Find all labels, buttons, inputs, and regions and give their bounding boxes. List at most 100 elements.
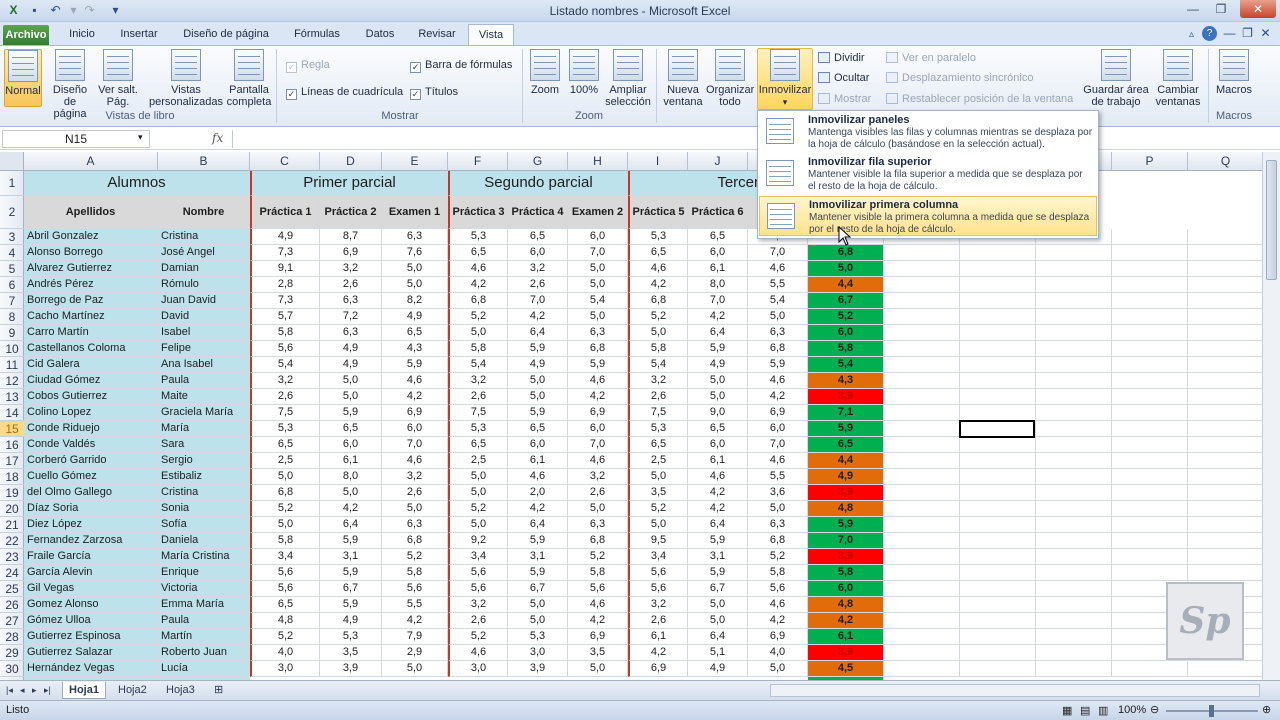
- student-name[interactable]: Emma María: [158, 597, 250, 613]
- grade-cell[interactable]: 6,3: [568, 325, 628, 341]
- row-header-22[interactable]: 22: [0, 533, 24, 549]
- grade-cell[interactable]: 7,5: [628, 405, 688, 421]
- grade-cell[interactable]: 5,0: [382, 277, 448, 293]
- student-name[interactable]: Sara: [158, 437, 250, 453]
- row-header-28[interactable]: 28: [0, 629, 24, 645]
- doc-close-icon[interactable]: ✕: [1258, 26, 1273, 41]
- empty-cell[interactable]: [960, 405, 1036, 421]
- student-surname[interactable]: Carro Martín: [24, 325, 158, 341]
- grade-cell[interactable]: 6,0: [568, 421, 628, 437]
- grade-cell[interactable]: 5,0: [448, 485, 508, 501]
- student-surname[interactable]: Gutierrez Salazar: [24, 645, 158, 661]
- grade-cell[interactable]: 6,9: [748, 629, 808, 645]
- grade-cell[interactable]: 7,3: [250, 293, 320, 309]
- student-name[interactable]: Lucía: [158, 661, 250, 677]
- doc-restore-icon[interactable]: ❐: [1240, 26, 1255, 41]
- empty-cell[interactable]: [1036, 597, 1112, 613]
- row-header-6[interactable]: 6: [0, 277, 24, 293]
- grade-cell[interactable]: 6,5: [382, 325, 448, 341]
- empty-cell[interactable]: [1112, 485, 1188, 501]
- arrange-all-button[interactable]: Organizar todo: [706, 49, 754, 108]
- grade-cell[interactable]: 5,6: [568, 581, 628, 597]
- grade-cell[interactable]: 7,0: [688, 293, 748, 309]
- empty-cell[interactable]: [960, 613, 1036, 629]
- grade-cell[interactable]: 5,2: [448, 501, 508, 517]
- student-surname[interactable]: Corberó Garrido: [24, 453, 158, 469]
- grade-cell[interactable]: 6,0: [748, 421, 808, 437]
- grade-cell[interactable]: 6,8: [808, 245, 884, 261]
- formula-bar-checkbox[interactable]: ✓ Barra de fórmulas: [410, 59, 512, 73]
- student-surname[interactable]: Borrego de Paz: [24, 293, 158, 309]
- empty-cell[interactable]: [1188, 389, 1262, 405]
- grade-cell[interactable]: 4,8: [808, 597, 884, 613]
- view-normal-icon[interactable]: ▦: [1062, 704, 1072, 717]
- grade-cell[interactable]: 6,9: [748, 405, 808, 421]
- column-header-a[interactable]: A: [24, 152, 158, 171]
- grade-cell[interactable]: 5,5: [382, 597, 448, 613]
- grade-cell[interactable]: 4,2: [688, 309, 748, 325]
- empty-cell[interactable]: [1188, 277, 1262, 293]
- grade-cell[interactable]: 5,0: [748, 309, 808, 325]
- student-surname[interactable]: Cid Galera: [24, 357, 158, 373]
- grade-cell[interactable]: 5,9: [808, 421, 884, 437]
- grade-cell[interactable]: 5,3: [320, 629, 382, 645]
- column-header-j[interactable]: J: [688, 152, 748, 171]
- active-cell-n15[interactable]: [959, 420, 1035, 438]
- grade-cell[interactable]: 6,5: [688, 229, 748, 245]
- grade-cell[interactable]: 5,0: [382, 261, 448, 277]
- grade-cell[interactable]: 5,4: [448, 357, 508, 373]
- last-sheet-icon[interactable]: ▸|: [42, 682, 53, 699]
- empty-cell[interactable]: [1036, 405, 1112, 421]
- grade-cell[interactable]: 6,8: [382, 533, 448, 549]
- grade-cell[interactable]: 5,9: [382, 357, 448, 373]
- grade-cell[interactable]: 5,9: [320, 533, 382, 549]
- empty-cell[interactable]: [960, 597, 1036, 613]
- grade-cell[interactable]: 6,5: [628, 245, 688, 261]
- grade-cell[interactable]: 2,5: [448, 453, 508, 469]
- empty-cell[interactable]: [960, 261, 1036, 277]
- zoom-button[interactable]: Zoom: [528, 49, 562, 96]
- grade-cell[interactable]: 5,6: [250, 581, 320, 597]
- empty-cell[interactable]: [960, 565, 1036, 581]
- empty-cell[interactable]: [1112, 405, 1188, 421]
- grade-cell[interactable]: 7,0: [808, 533, 884, 549]
- grade-cell[interactable]: 3,9: [808, 549, 884, 565]
- grade-cell[interactable]: 2,6: [628, 613, 688, 629]
- student-name[interactable]: Graciela María: [158, 405, 250, 421]
- empty-cell[interactable]: [1112, 341, 1188, 357]
- grade-cell[interactable]: 6,4: [688, 629, 748, 645]
- student-surname[interactable]: Fernandez Zarzosa: [24, 533, 158, 549]
- row-header-30[interactable]: 30: [0, 661, 24, 677]
- grade-cell[interactable]: 6,3: [320, 325, 382, 341]
- empty-cell[interactable]: [960, 485, 1036, 501]
- grade-cell[interactable]: 5,0: [568, 661, 628, 677]
- tab-formulas[interactable]: Fórmulas: [286, 24, 348, 46]
- row-header-14[interactable]: 14: [0, 405, 24, 421]
- row-header-8[interactable]: 8: [0, 309, 24, 325]
- row-header-29[interactable]: 29: [0, 645, 24, 661]
- empty-cell[interactable]: [1036, 533, 1112, 549]
- tab-insertar[interactable]: Insertar: [112, 24, 166, 46]
- freeze-panes-button[interactable]: Inmovilizar ▾: [757, 48, 813, 110]
- grade-cell[interactable]: 5,6: [628, 581, 688, 597]
- empty-cell[interactable]: [960, 549, 1036, 565]
- empty-cell[interactable]: [884, 613, 960, 629]
- empty-cell[interactable]: [884, 341, 960, 357]
- grade-cell[interactable]: 3,0: [448, 661, 508, 677]
- empty-cell[interactable]: [884, 501, 960, 517]
- menu-item-freeze-panes[interactable]: Inmovilizar paneles Mantenga visibles las…: [759, 112, 1097, 152]
- grade-cell[interactable]: 6,0: [808, 581, 884, 597]
- grade-cell[interactable]: 5,6: [250, 341, 320, 357]
- grade-cell[interactable]: 4,9: [688, 357, 748, 373]
- student-name[interactable]: David: [158, 309, 250, 325]
- grade-cell[interactable]: 5,0: [628, 517, 688, 533]
- grade-cell[interactable]: 5,8: [748, 565, 808, 581]
- empty-cell[interactable]: [1036, 373, 1112, 389]
- column-header-c[interactable]: C: [250, 152, 320, 171]
- grade-cell[interactable]: 5,8: [628, 341, 688, 357]
- grade-cell[interactable]: 5,8: [250, 325, 320, 341]
- grade-cell[interactable]: 6,8: [250, 485, 320, 501]
- grade-cell[interactable]: 6,7: [808, 293, 884, 309]
- student-name[interactable]: Roberto Juan: [158, 645, 250, 661]
- grade-cell[interactable]: 5,0: [508, 613, 568, 629]
